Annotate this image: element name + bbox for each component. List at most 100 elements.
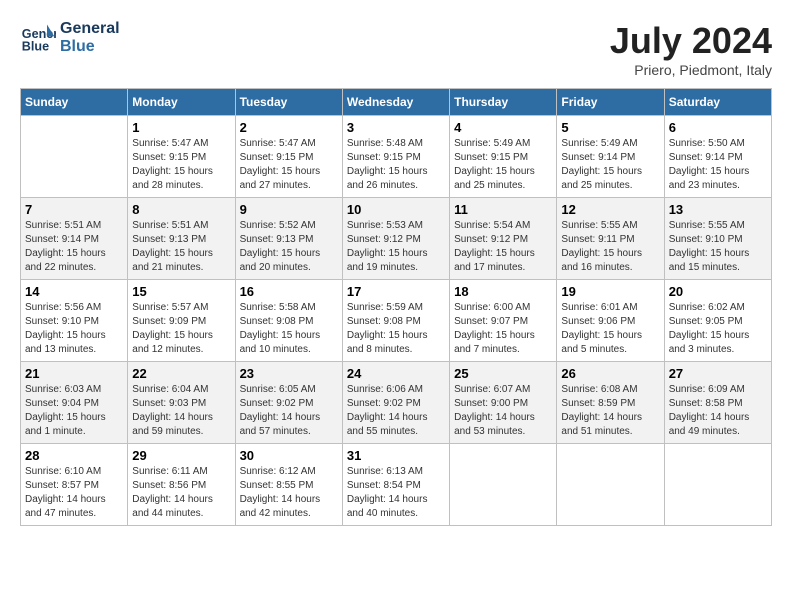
day-number: 24 [347, 366, 445, 381]
day-info: Sunrise: 5:57 AMSunset: 9:09 PMDaylight:… [132, 301, 230, 357]
calendar-cell: 21Sunrise: 6:03 AMSunset: 9:04 PMDayligh… [21, 362, 128, 444]
day-info: Sunrise: 6:06 AMSunset: 9:02 PMDaylight:… [347, 383, 445, 439]
day-number: 7 [25, 202, 123, 217]
day-info: Sunrise: 5:51 AMSunset: 9:13 PMDaylight:… [132, 219, 230, 275]
day-info: Sunrise: 6:10 AMSunset: 8:57 PMDaylight:… [25, 465, 123, 521]
logo: General Blue General Blue [20, 20, 120, 56]
day-info: Sunrise: 5:47 AMSunset: 9:15 PMDaylight:… [132, 137, 230, 193]
calendar-cell: 19Sunrise: 6:01 AMSunset: 9:06 PMDayligh… [557, 280, 664, 362]
calendar-cell: 31 Sunrise: 6:13 AMSunset: 8:54 PMDayligh… [342, 444, 449, 526]
calendar-cell: 28 Sunrise: 6:10 AMSunset: 8:57 PMDayligh… [21, 444, 128, 526]
day-header-saturday: Saturday [664, 89, 771, 116]
day-header-tuesday: Tuesday [235, 89, 342, 116]
day-number: 29 [132, 448, 230, 463]
day-info: Sunrise: 6:09 AMSunset: 8:58 PMDaylight:… [669, 383, 767, 439]
day-header-thursday: Thursday [450, 89, 557, 116]
day-number: 26 [561, 366, 659, 381]
calendar-cell: 20 Sunrise: 6:02 AMSunset: 9:05 PMDayligh… [664, 280, 771, 362]
calendar-cell: 9 Sunrise: 5:52 AMSunset: 9:13 PMDaylight… [235, 198, 342, 280]
day-header-friday: Friday [557, 89, 664, 116]
day-info: Sunrise: 5:53 AMSunset: 9:12 PMDaylight:… [347, 219, 445, 275]
day-info: Sunrise: 5:49 AMSunset: 9:14 PMDaylight:… [561, 137, 659, 193]
day-number: 6 [669, 120, 767, 135]
calendar-table: SundayMondayTuesdayWednesdayThursdayFrid… [20, 88, 772, 526]
day-info: Sunrise: 6:13 AMSunset: 8:54 PMDaylight:… [347, 465, 445, 521]
day-number: 25 [454, 366, 552, 381]
calendar-cell: 27 Sunrise: 6:09 AMSunset: 8:58 PMDayligh… [664, 362, 771, 444]
day-header-sunday: Sunday [21, 89, 128, 116]
title-section: July 2024 Priero, Piedmont, Italy [610, 20, 772, 78]
day-info: Sunrise: 5:50 AMSunset: 9:14 PMDaylight:… [669, 137, 767, 193]
day-number: 14 [25, 284, 123, 299]
day-number: 30 [240, 448, 338, 463]
logo-line2: Blue [60, 38, 120, 56]
calendar-week-row: 28 Sunrise: 6:10 AMSunset: 8:57 PMDayligh… [21, 444, 772, 526]
calendar-cell: 1Sunrise: 5:47 AMSunset: 9:15 PMDaylight… [128, 116, 235, 198]
calendar-cell: 15 Sunrise: 5:57 AMSunset: 9:09 PMDayligh… [128, 280, 235, 362]
day-number: 11 [454, 202, 552, 217]
day-number: 20 [669, 284, 767, 299]
day-info: Sunrise: 6:07 AMSunset: 9:00 PMDaylight:… [454, 383, 552, 439]
calendar-cell [21, 116, 128, 198]
calendar-cell: 7 Sunrise: 5:51 AMSunset: 9:14 PMDaylight… [21, 198, 128, 280]
calendar-cell: 2Sunrise: 5:47 AMSunset: 9:15 PMDaylight… [235, 116, 342, 198]
location-subtitle: Priero, Piedmont, Italy [610, 62, 772, 78]
day-info: Sunrise: 6:05 AMSunset: 9:02 PMDaylight:… [240, 383, 338, 439]
calendar-cell: 18 Sunrise: 6:00 AMSunset: 9:07 PMDayligh… [450, 280, 557, 362]
day-number: 28 [25, 448, 123, 463]
day-info: Sunrise: 5:54 AMSunset: 9:12 PMDaylight:… [454, 219, 552, 275]
calendar-week-row: 1Sunrise: 5:47 AMSunset: 9:15 PMDaylight… [21, 116, 772, 198]
day-number: 17 [347, 284, 445, 299]
calendar-cell [664, 444, 771, 526]
day-info: Sunrise: 5:58 AMSunset: 9:08 PMDaylight:… [240, 301, 338, 357]
day-info: Sunrise: 5:59 AMSunset: 9:08 PMDaylight:… [347, 301, 445, 357]
calendar-cell: 17 Sunrise: 5:59 AMSunset: 9:08 PMDayligh… [342, 280, 449, 362]
day-info: Sunrise: 5:56 AMSunset: 9:10 PMDaylight:… [25, 301, 123, 357]
day-number: 19 [561, 284, 659, 299]
calendar-cell [450, 444, 557, 526]
svg-text:Blue: Blue [22, 40, 49, 54]
calendar-cell: 24 Sunrise: 6:06 AMSunset: 9:02 PMDayligh… [342, 362, 449, 444]
calendar-cell: 30 Sunrise: 6:12 AMSunset: 8:55 PMDayligh… [235, 444, 342, 526]
calendar-cell: 29 Sunrise: 6:11 AMSunset: 8:56 PMDayligh… [128, 444, 235, 526]
day-header-monday: Monday [128, 89, 235, 116]
day-number: 4 [454, 120, 552, 135]
day-number: 31 [347, 448, 445, 463]
day-info: Sunrise: 6:11 AMSunset: 8:56 PMDaylight:… [132, 465, 230, 521]
day-number: 13 [669, 202, 767, 217]
logo-icon: General Blue [20, 20, 56, 56]
calendar-cell: 10 Sunrise: 5:53 AMSunset: 9:12 PMDayligh… [342, 198, 449, 280]
day-info: Sunrise: 5:48 AMSunset: 9:15 PMDaylight:… [347, 137, 445, 193]
day-info: Sunrise: 6:12 AMSunset: 8:55 PMDaylight:… [240, 465, 338, 521]
day-number: 9 [240, 202, 338, 217]
day-info: Sunrise: 5:49 AMSunset: 9:15 PMDaylight:… [454, 137, 552, 193]
day-number: 2 [240, 120, 338, 135]
page-header: General Blue General Blue July 2024 Prie… [20, 20, 772, 78]
day-info: Sunrise: 5:51 AMSunset: 9:14 PMDaylight:… [25, 219, 123, 275]
calendar-cell: 6 Sunrise: 5:50 AMSunset: 9:14 PMDaylight… [664, 116, 771, 198]
calendar-cell: 26Sunrise: 6:08 AMSunset: 8:59 PMDayligh… [557, 362, 664, 444]
calendar-cell: 22Sunrise: 6:04 AMSunset: 9:03 PMDayligh… [128, 362, 235, 444]
day-info: Sunrise: 5:52 AMSunset: 9:13 PMDaylight:… [240, 219, 338, 275]
calendar-body: 1Sunrise: 5:47 AMSunset: 9:15 PMDaylight… [21, 116, 772, 526]
calendar-cell: 4 Sunrise: 5:49 AMSunset: 9:15 PMDaylight… [450, 116, 557, 198]
day-number: 10 [347, 202, 445, 217]
day-header-wednesday: Wednesday [342, 89, 449, 116]
calendar-cell [557, 444, 664, 526]
day-number: 5 [561, 120, 659, 135]
day-info: Sunrise: 6:02 AMSunset: 9:05 PMDaylight:… [669, 301, 767, 357]
day-info: Sunrise: 6:00 AMSunset: 9:07 PMDaylight:… [454, 301, 552, 357]
day-number: 18 [454, 284, 552, 299]
calendar-cell: 5 Sunrise: 5:49 AMSunset: 9:14 PMDaylight… [557, 116, 664, 198]
day-number: 27 [669, 366, 767, 381]
calendar-cell: 8Sunrise: 5:51 AMSunset: 9:13 PMDaylight… [128, 198, 235, 280]
day-number: 16 [240, 284, 338, 299]
day-info: Sunrise: 5:55 AMSunset: 9:10 PMDaylight:… [669, 219, 767, 275]
logo-line1: General [60, 20, 120, 38]
day-number: 12 [561, 202, 659, 217]
day-number: 15 [132, 284, 230, 299]
day-number: 22 [132, 366, 230, 381]
calendar-cell: 23Sunrise: 6:05 AMSunset: 9:02 PMDayligh… [235, 362, 342, 444]
calendar-week-row: 7 Sunrise: 5:51 AMSunset: 9:14 PMDaylight… [21, 198, 772, 280]
calendar-cell: 11 Sunrise: 5:54 AMSunset: 9:12 PMDayligh… [450, 198, 557, 280]
